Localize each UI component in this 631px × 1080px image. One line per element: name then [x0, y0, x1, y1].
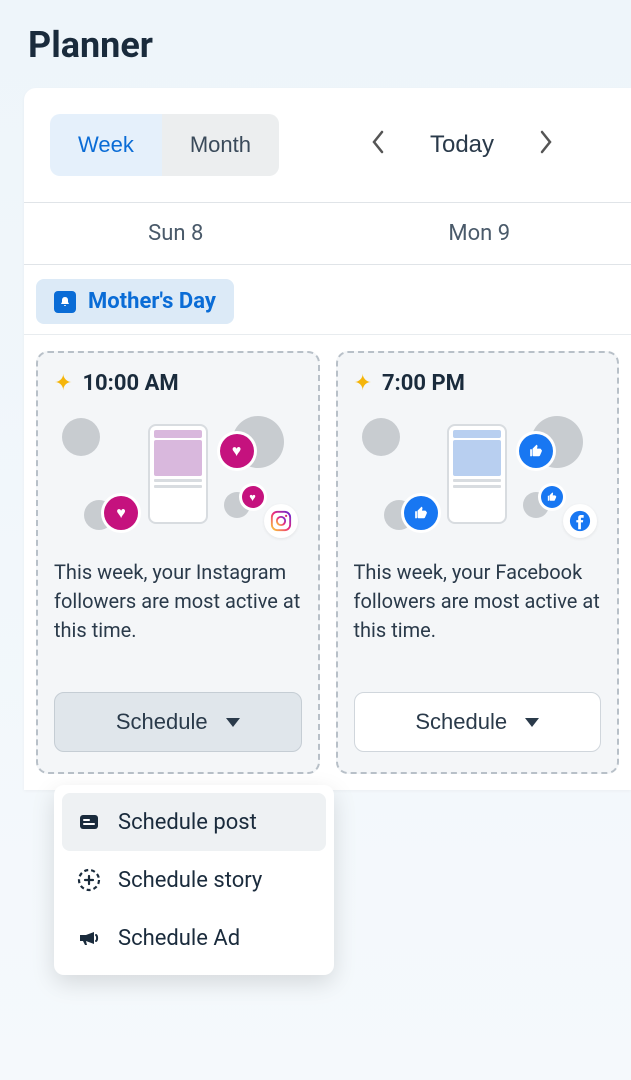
suggestion-cards-row: ✦ 10:00 AM ♥ ♥ ♥ — [24, 335, 631, 790]
bell-icon — [54, 291, 76, 313]
dropdown-item-schedule-ad[interactable]: Schedule Ad — [62, 909, 326, 967]
event-label: Mother's Day — [88, 289, 216, 314]
dropdown-item-label: Schedule Ad — [118, 926, 240, 951]
like-icon — [541, 486, 563, 508]
schedule-button-label: Schedule — [415, 709, 507, 735]
view-month-button[interactable]: Month — [162, 114, 279, 176]
like-icon — [404, 496, 438, 530]
day-header-row: Sun 8 Mon 9 — [24, 202, 631, 265]
today-button[interactable]: Today — [430, 131, 494, 159]
view-toggle: Week Month — [50, 114, 279, 176]
dropdown-item-schedule-story[interactable]: Schedule story — [62, 851, 326, 909]
illustration-facebook — [354, 416, 602, 536]
planner-panel: Week Month Today Sun 8 Mon 9 Mother's Da… — [24, 88, 631, 790]
view-week-button[interactable]: Week — [50, 114, 162, 176]
prev-icon[interactable] — [362, 121, 394, 169]
all-day-event-row: Mother's Day — [24, 265, 631, 335]
chevron-down-icon — [226, 718, 240, 727]
star-icon: ✦ — [354, 371, 372, 396]
dropdown-item-label: Schedule post — [118, 810, 257, 835]
card-time-row: ✦ 7:00 PM — [354, 371, 602, 396]
phone-mock-icon — [148, 424, 208, 524]
like-icon — [519, 434, 553, 468]
illustration-instagram: ♥ ♥ ♥ — [54, 416, 302, 536]
card-description: This week, your Facebook followers are m… — [354, 558, 602, 674]
toolbar: Week Month Today — [24, 88, 631, 202]
schedule-button[interactable]: Schedule — [54, 692, 302, 752]
heart-icon: ♥ — [104, 496, 138, 530]
suggestion-card-facebook: ✦ 7:00 PM — [336, 351, 620, 774]
suggestion-card-instagram: ✦ 10:00 AM ♥ ♥ ♥ — [36, 351, 320, 774]
card-time: 10:00 AM — [82, 371, 178, 396]
page-title: Planner — [0, 0, 631, 88]
day-column-sun: Sun 8 — [24, 203, 328, 264]
phone-mock-icon — [447, 424, 507, 524]
event-pill-mothers-day[interactable]: Mother's Day — [36, 279, 234, 324]
story-icon — [76, 867, 102, 893]
schedule-button-label: Schedule — [116, 709, 208, 735]
chevron-down-icon — [525, 718, 539, 727]
day-column-mon: Mon 9 — [328, 203, 631, 264]
facebook-icon — [563, 504, 597, 538]
dropdown-item-schedule-post[interactable]: Schedule post — [62, 793, 326, 851]
heart-icon: ♥ — [242, 486, 264, 508]
dropdown-item-label: Schedule story — [118, 868, 262, 893]
ad-icon — [76, 925, 102, 951]
schedule-button[interactable]: Schedule — [354, 692, 602, 752]
schedule-dropdown: Schedule post Schedule story Schedule Ad — [54, 785, 334, 975]
card-time-row: ✦ 10:00 AM — [54, 371, 302, 396]
date-nav: Today — [319, 121, 605, 169]
heart-icon: ♥ — [220, 434, 254, 468]
post-icon — [76, 809, 102, 835]
instagram-icon — [264, 504, 298, 538]
next-icon[interactable] — [530, 121, 562, 169]
card-time: 7:00 PM — [382, 371, 465, 396]
star-icon: ✦ — [54, 371, 72, 396]
card-description: This week, your Instagram followers are … — [54, 558, 302, 674]
